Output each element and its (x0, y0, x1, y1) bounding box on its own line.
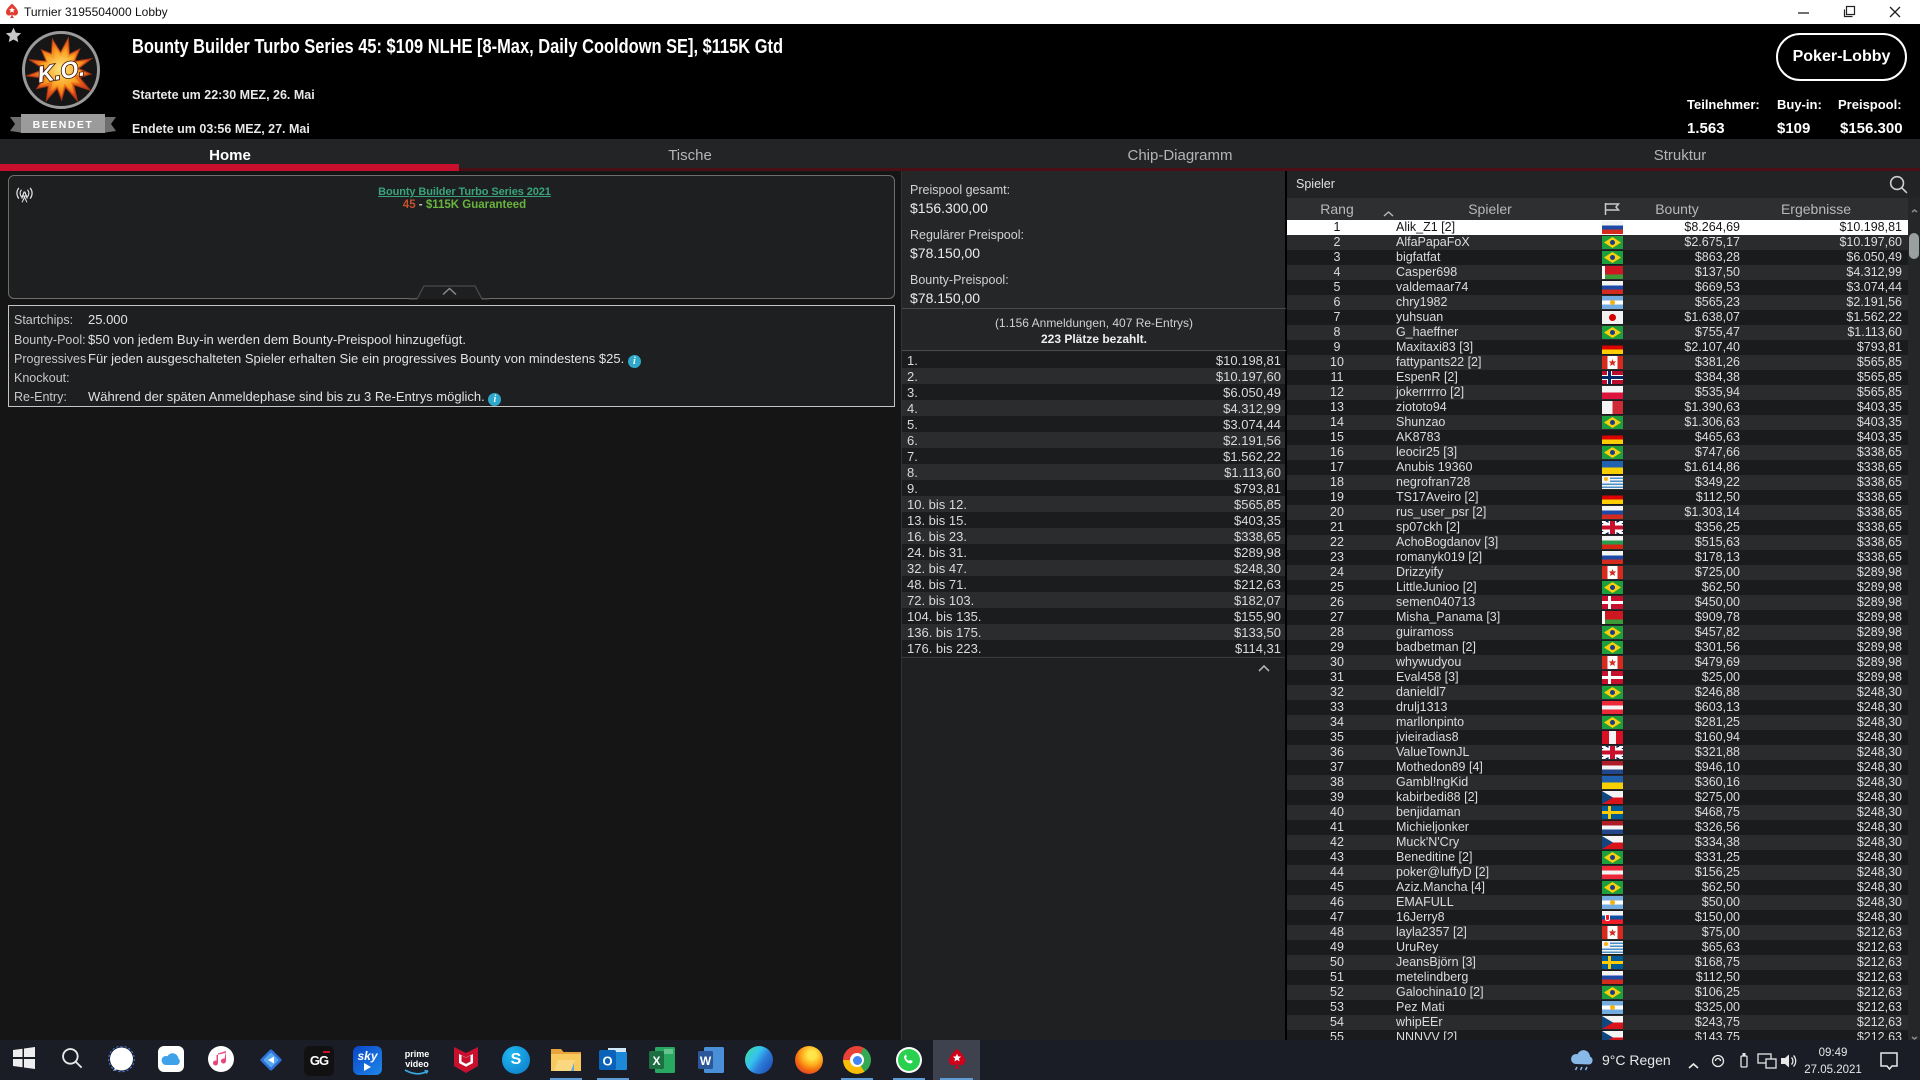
svg-text:A: A (21, 190, 29, 201)
svg-text:O: O (602, 1054, 612, 1069)
svg-text:BEENDET: BEENDET (33, 119, 94, 131)
svg-text:W: W (700, 1054, 712, 1068)
svg-text:X: X (652, 1054, 660, 1068)
